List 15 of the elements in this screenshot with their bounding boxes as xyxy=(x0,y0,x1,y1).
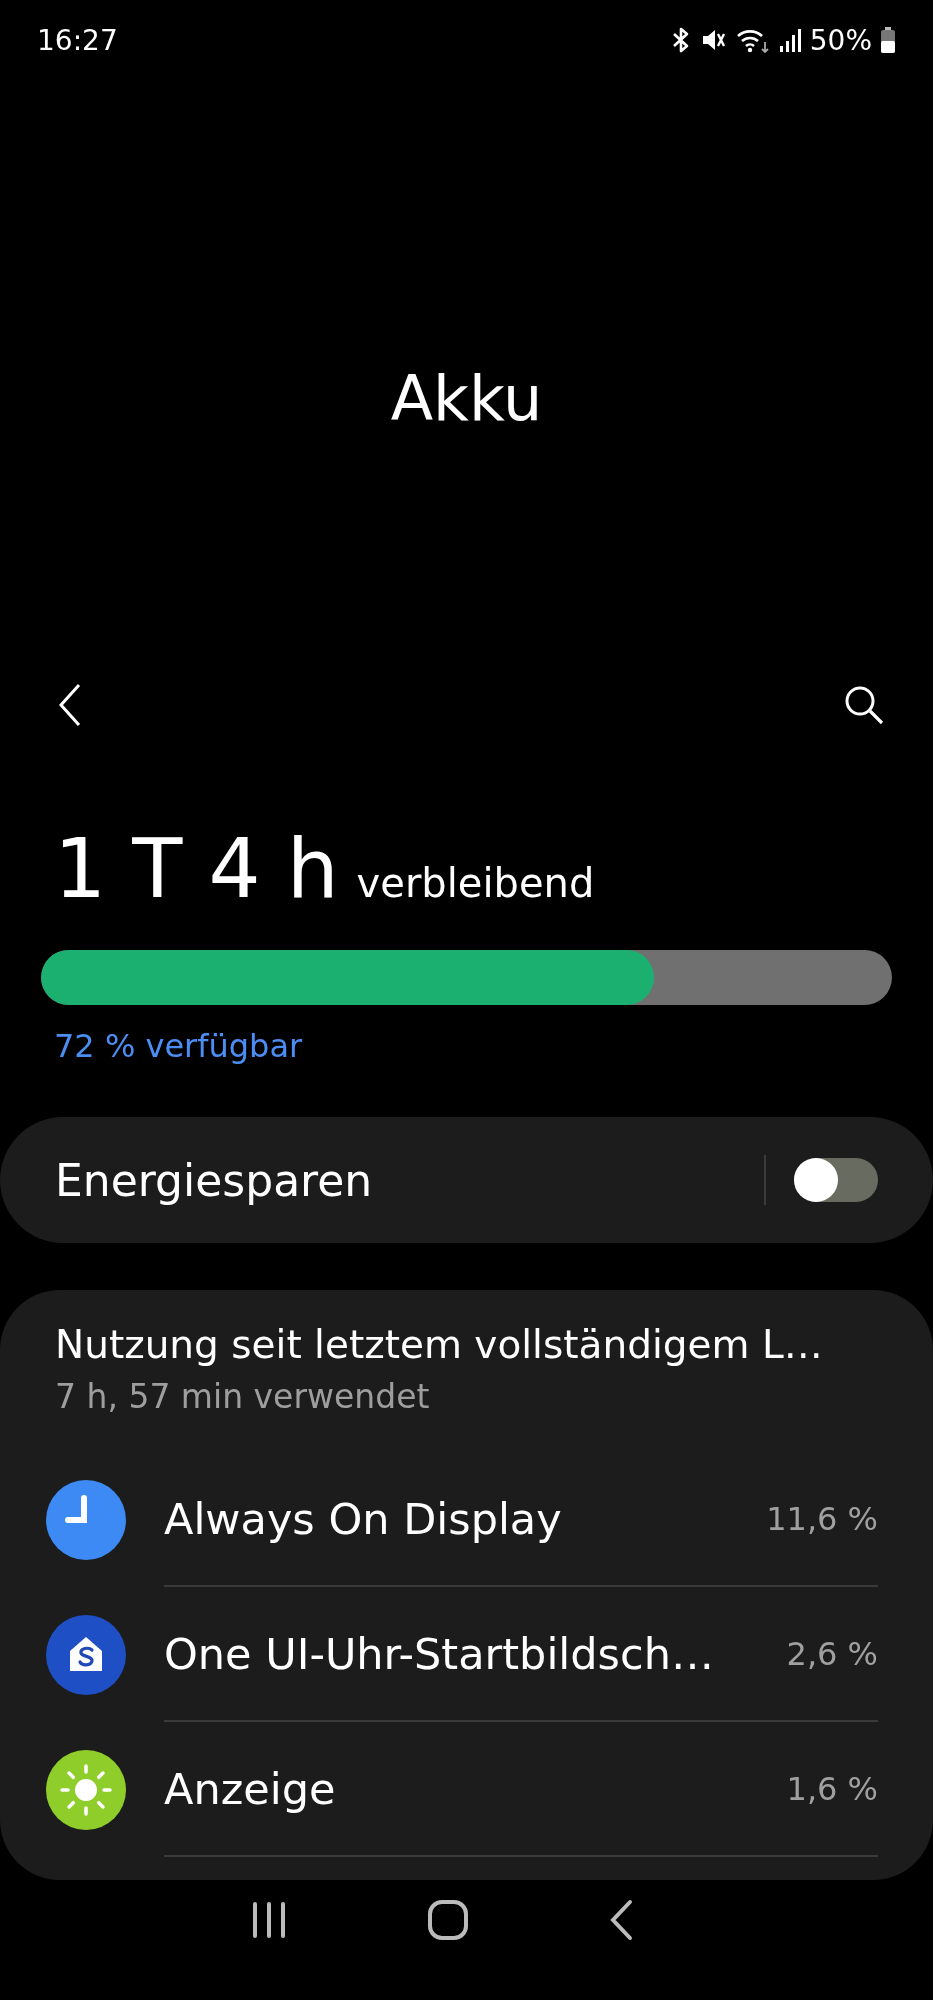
app-name[interactable]: Always On Display xyxy=(164,1493,562,1544)
remaining-label: verbleibend xyxy=(356,860,595,906)
power-saving-label: Energiesparen xyxy=(55,1154,374,1206)
remaining-time: 1 T 4 h xyxy=(54,828,339,910)
usage-percent: 2,6 % xyxy=(786,1634,878,1673)
usage-duration: 7 h, 57 min verwendet xyxy=(54,1377,431,1416)
usage-title[interactable]: Nutzung seit letztem vollständigem L… xyxy=(46,1322,878,1367)
available-percent: 72 % verfügbar xyxy=(53,1027,304,1065)
usage-percent: 11,6 % xyxy=(766,1499,878,1538)
app-name[interactable]: Anzeige xyxy=(164,1763,336,1814)
page-title: Akku xyxy=(390,362,543,437)
usage-percent: 1,6 % xyxy=(786,1769,878,1808)
clock-time: 16:27 xyxy=(37,23,118,57)
app-name[interactable]: One UI-Uhr-Startbildsch… xyxy=(164,1628,714,1679)
battery-percent: 50% xyxy=(809,23,872,57)
